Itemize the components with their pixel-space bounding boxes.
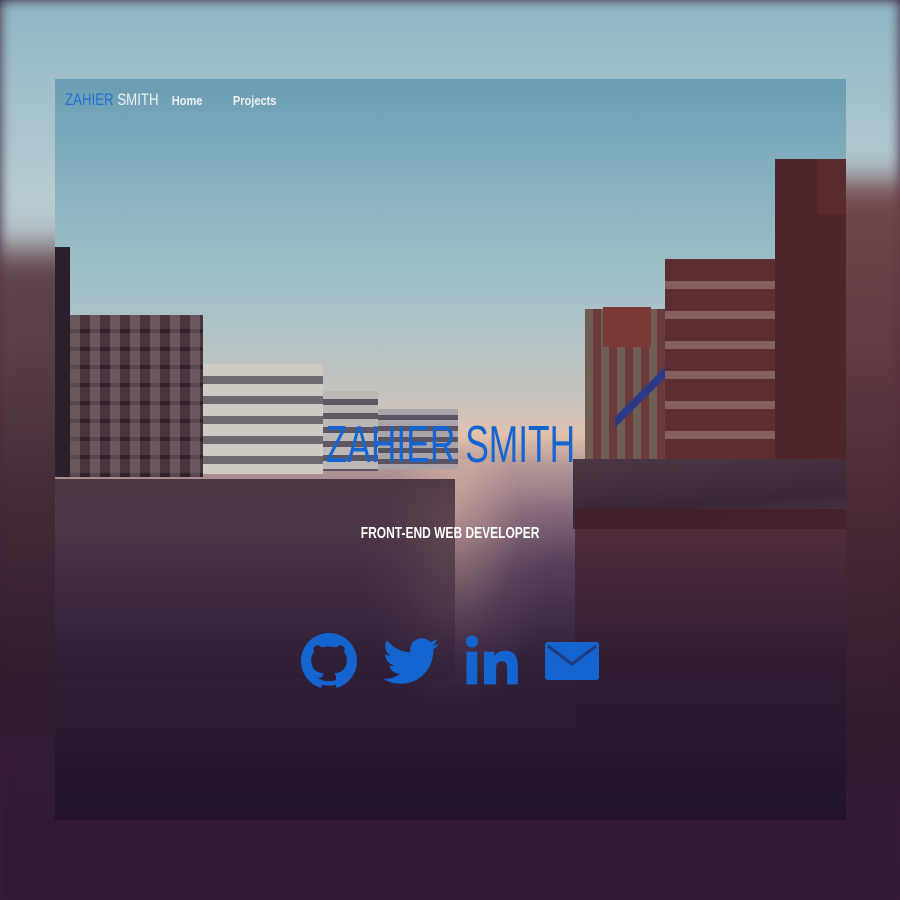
email-link[interactable] bbox=[544, 631, 600, 691]
twitter-icon bbox=[383, 638, 439, 684]
github-link[interactable] bbox=[301, 631, 357, 691]
social-links bbox=[301, 631, 601, 691]
email-icon bbox=[545, 642, 599, 680]
brand-first-name: ZAHIER bbox=[65, 90, 114, 109]
hero-title-text: ZAHIER SMITH bbox=[325, 416, 576, 474]
nav-link-home[interactable]: Home bbox=[172, 93, 203, 108]
brand-logo[interactable]: ZAHIER SMITH bbox=[65, 90, 159, 110]
nav-link-projects[interactable]: Projects bbox=[233, 93, 277, 108]
hero-subtitle: FRONT-END WEB DEVELOPER bbox=[55, 525, 846, 543]
hero-title: ZAHIER SMITH bbox=[55, 417, 846, 473]
brand-last-name: SMITH bbox=[117, 90, 159, 109]
linkedin-icon bbox=[465, 635, 518, 685]
navbar: ZAHIER SMITH Home Projects bbox=[65, 89, 280, 111]
hero-section: ZAHIER SMITH Home Projects ZAHIER SMITH … bbox=[55, 79, 846, 820]
linkedin-link[interactable] bbox=[463, 631, 519, 691]
github-icon bbox=[301, 633, 357, 688]
twitter-link[interactable] bbox=[383, 631, 439, 691]
hero-subtitle-text: FRONT-END WEB DEVELOPER bbox=[361, 525, 540, 542]
